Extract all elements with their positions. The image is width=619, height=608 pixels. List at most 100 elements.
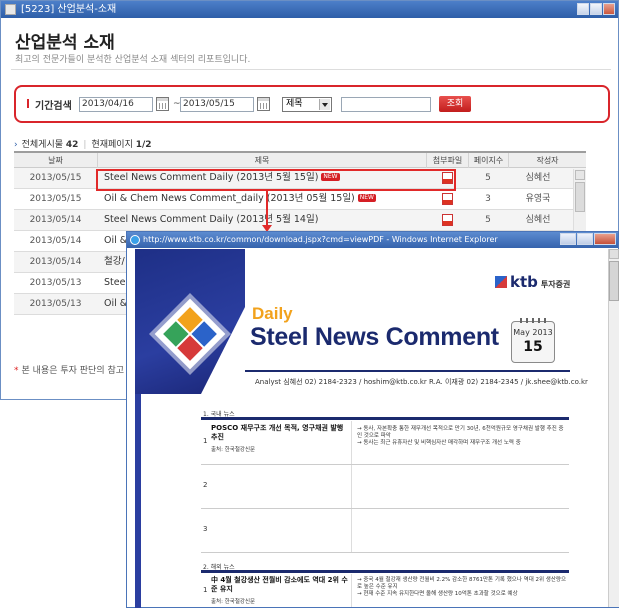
- keyword-input[interactable]: [341, 97, 431, 112]
- date-from-input[interactable]: 2013/04/16: [79, 97, 153, 112]
- column-divider: [351, 574, 352, 607]
- news-title: 中 4월 철강생산 전월비 감소에도 역대 2위 수준 유지: [211, 576, 348, 593]
- calendar-month: May 2013: [513, 328, 553, 337]
- column-header-author[interactable]: 작성자: [508, 153, 586, 169]
- analyst-line: Analyst 심혜선 02) 2184-2323 / hoshim@ktb.c…: [255, 378, 588, 386]
- row-date: 2013/05/13: [29, 278, 82, 288]
- row-author: 심혜선: [525, 215, 551, 225]
- news-row: 1 POSCO 재무구조 개선 목적, 영구채권 발행 추진 출처: 한국철강신…: [201, 421, 569, 465]
- app-icon: [5, 4, 16, 15]
- report-header-rule: [245, 370, 570, 372]
- calendar-day: 15: [523, 339, 543, 355]
- row-author: 심혜선: [525, 173, 551, 183]
- row-pages: 3: [485, 194, 491, 204]
- window-titlebar[interactable]: [5223] 산업분석-소재: [1, 1, 618, 18]
- scroll-thumb[interactable]: [609, 261, 619, 301]
- disclaimer-note: * 본 내용은 투자 판단의 참고: [14, 363, 124, 376]
- table-header: 날짜 제목 첨부파일 페이지수 작성자: [14, 151, 586, 169]
- calendar-date-icon: May 2013 15: [511, 318, 555, 363]
- ie-titlebar[interactable]: http://www.ktb.co.kr/common/download.jsp…: [127, 232, 618, 248]
- row-title-link[interactable]: Oil & Chem News Comment_daily (2013년 05월…: [104, 189, 424, 209]
- calendar-icon[interactable]: [156, 97, 169, 111]
- news-number: 1: [203, 586, 208, 594]
- note-text: 본 내용은 투자 판단의 참고: [21, 366, 125, 376]
- column-divider: [351, 421, 352, 464]
- news-note: → 동사, 자본확충 통한 재무개선 목적으로 만기 30년, 6천억원규모 영…: [357, 426, 564, 446]
- news-number: 2: [203, 481, 208, 489]
- news-row: 1 中 4월 철강생산 전월비 감소에도 역대 2위 수준 유지 출처: 한국철…: [201, 574, 569, 607]
- chevron-right-icon: ›: [14, 140, 18, 150]
- calendar-icon[interactable]: [257, 97, 270, 111]
- note-star: *: [14, 366, 19, 376]
- highlight-box: [96, 169, 456, 191]
- news-row: 3: [201, 509, 569, 553]
- ktb-logo-mark-icon: [495, 276, 507, 288]
- search-button[interactable]: 조회: [439, 96, 471, 112]
- ktb-logo-text: ktb: [510, 273, 538, 291]
- report-title: Steel News Comment: [250, 323, 499, 351]
- scroll-up-button[interactable]: [609, 249, 619, 259]
- column-divider: [351, 509, 352, 552]
- table-row[interactable]: 2013/05/15 Oil & Chem News Comment_daily…: [14, 189, 586, 210]
- minimize-button[interactable]: [577, 3, 589, 15]
- news-number: 1: [203, 437, 208, 445]
- scroll-up-button[interactable]: [575, 170, 585, 180]
- search-label-marker: [27, 99, 29, 108]
- minimize-button[interactable]: [560, 233, 576, 245]
- row-title[interactable]: Oil & Chem News Comment_daily (2013년 05월…: [104, 193, 355, 204]
- window-title: [5223] 산업분석-소재: [21, 4, 117, 15]
- news-number: 3: [203, 525, 208, 533]
- search-panel: 기간검색 2013/04/16 ~ 2013/05/15 제목 조회: [14, 85, 610, 123]
- callout-arrow-line: [266, 191, 268, 227]
- news-note: → 중국 4월 철강재 생산량 전월비 2.2% 감소한 8761만톤 기록 했…: [357, 577, 567, 597]
- counts-divider: |: [83, 140, 87, 150]
- row-title[interactable]: Steel News Comment Daily (2013년 5월 14일): [104, 214, 318, 225]
- pdf-document: ktb 투자증권 Daily Steel News Comment May 201…: [135, 249, 608, 608]
- row-date: 2013/05/15: [29, 194, 82, 204]
- maximize-button[interactable]: [590, 3, 602, 15]
- period-search-label: 기간검색: [35, 101, 72, 112]
- report-kicker: Daily: [252, 304, 293, 323]
- window-controls: [577, 3, 615, 15]
- pdf-icon[interactable]: [441, 193, 453, 205]
- report-side-band: [135, 394, 141, 608]
- row-pages: 5: [485, 173, 491, 183]
- search-field-select[interactable]: 제목: [282, 97, 332, 112]
- title-divider: [11, 69, 611, 70]
- close-button[interactable]: [594, 233, 616, 245]
- page-label: 현재페이지: [91, 140, 133, 150]
- row-date: 2013/05/14: [29, 215, 82, 225]
- row-date: 2013/05/15: [29, 173, 82, 183]
- row-attachment[interactable]: [426, 189, 468, 209]
- page-value: 1/2: [135, 140, 152, 150]
- ie-popup-window: http://www.ktb.co.kr/common/download.jsp…: [126, 231, 619, 608]
- maximize-button[interactable]: [577, 233, 593, 245]
- scroll-thumb[interactable]: [575, 182, 585, 212]
- news-source: 출처: 한국철강신문: [211, 599, 256, 605]
- news-row: 2: [201, 465, 569, 509]
- row-attachment[interactable]: [426, 210, 468, 230]
- column-divider: [351, 465, 352, 508]
- pdf-icon[interactable]: [441, 214, 453, 226]
- page-title: 산업분석 소재: [15, 33, 115, 53]
- column-header-title[interactable]: 제목: [97, 153, 426, 169]
- news-source: 출처: 한국철강신문: [211, 447, 256, 453]
- column-header-pages[interactable]: 페이지수: [468, 153, 508, 169]
- date-to-input[interactable]: 2013/05/15: [180, 97, 254, 112]
- ie-icon: [130, 235, 140, 245]
- table-row[interactable]: 2013/05/14 Steel News Comment Daily (201…: [14, 210, 586, 231]
- news-title: POSCO 재무구조 개선 목적, 영구채권 발행 추진: [211, 424, 344, 441]
- ie-window-title: http://www.ktb.co.kr/common/download.jsp…: [143, 235, 498, 244]
- chevron-down-icon[interactable]: [319, 99, 330, 110]
- ktb-logo-sub: 투자증권: [540, 280, 571, 289]
- column-header-date[interactable]: 날짜: [14, 153, 97, 169]
- pdf-scrollbar[interactable]: [608, 249, 619, 607]
- row-author: 유영국: [525, 194, 551, 204]
- close-button[interactable]: [603, 3, 615, 15]
- row-date: 2013/05/14: [29, 236, 82, 246]
- ie-window-controls: [560, 233, 616, 245]
- row-pages: 5: [485, 215, 491, 225]
- total-value: 42: [65, 140, 79, 150]
- column-header-attachment[interactable]: 첨부파일: [426, 153, 468, 169]
- row-date: 2013/05/14: [29, 257, 82, 267]
